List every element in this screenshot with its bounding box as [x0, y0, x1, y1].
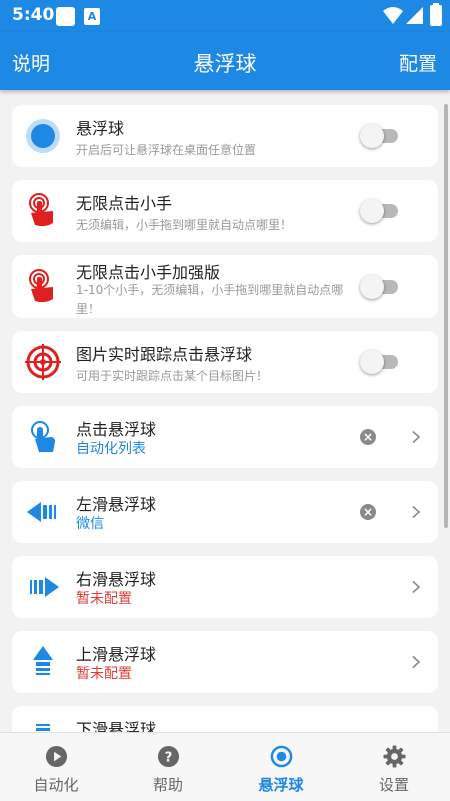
swipe-right-ball-card[interactable]: 右滑悬浮球 暂未配置	[12, 556, 438, 618]
toggle-knob	[360, 124, 384, 148]
card-title: 右滑悬浮球	[76, 570, 157, 589]
swipe-down-ball-card[interactable]: 下滑悬浮球	[12, 706, 438, 732]
card-subtitle: 1-10个小手，无须编辑，小手拖到哪里就自动点哪里！	[76, 283, 344, 316]
tap-hand-card[interactable]: 无限点击小手 无须编辑，小手拖到哪里就自动点哪里！	[12, 180, 438, 242]
card-title: 下滑悬浮球	[76, 720, 157, 732]
clear-config-button[interactable]: ×	[360, 429, 376, 445]
card-title: 点击悬浮球	[76, 420, 157, 439]
content-list[interactable]: 悬浮球 开启后可让悬浮球在桌面任意位置 无限点击小手 无须编辑，小手拖到哪里就自…	[0, 90, 450, 732]
notification-square-icon	[56, 7, 75, 26]
app-bar: 说明 悬浮球 配置	[0, 32, 450, 90]
play-circle-icon	[45, 745, 68, 768]
status-time: 5:40	[12, 5, 55, 25]
notification-a-icon: A	[84, 8, 100, 25]
swipe-right-icon	[25, 569, 61, 605]
floating-ball-icon	[25, 118, 61, 154]
image-tracking-toggle[interactable]	[360, 350, 398, 374]
toggle-knob	[360, 199, 384, 223]
chevron-right-icon	[412, 655, 420, 669]
card-value: 自动化列表	[76, 441, 146, 457]
card-value: 暂未配置	[76, 591, 132, 607]
clear-config-button[interactable]: ×	[360, 504, 376, 520]
target-icon	[25, 344, 61, 380]
tab-settings[interactable]: 设置	[338, 733, 450, 801]
bottom-nav: 自动化 ? 帮助 悬浮球 设置	[0, 732, 450, 801]
card-title: 上滑悬浮球	[76, 645, 157, 664]
floating-ball-toggle[interactable]	[360, 124, 398, 148]
card-title: 无限点击小手	[76, 194, 173, 213]
toggle-knob	[360, 274, 384, 299]
card-value: 微信	[76, 516, 104, 532]
tab-label: 自动化	[33, 776, 79, 794]
tap-ball-card[interactable]: 点击悬浮球 自动化列表 ×	[12, 406, 438, 468]
card-title: 无限点击小手加强版	[76, 263, 221, 282]
tab-label: 帮助	[152, 776, 183, 794]
battery-icon	[430, 3, 442, 26]
swipe-left-ball-card[interactable]: 左滑悬浮球 微信 ×	[12, 481, 438, 543]
chevron-right-icon	[412, 580, 420, 594]
tap-hand-toggle[interactable]	[360, 199, 398, 223]
chevron-right-icon	[412, 430, 420, 444]
tap-icon	[25, 419, 61, 455]
chevron-right-icon	[412, 505, 420, 519]
swipe-left-icon	[25, 494, 61, 530]
scrollbar[interactable]	[444, 104, 448, 528]
page-title: 悬浮球	[193, 52, 257, 76]
swipe-up-ball-card[interactable]: 上滑悬浮球 暂未配置	[12, 631, 438, 693]
multi-tap-hand-icon	[25, 268, 61, 305]
card-title: 图片实时跟踪点击悬浮球	[76, 345, 253, 364]
tap-hand-icon	[25, 193, 61, 229]
card-value: 暂未配置	[76, 666, 132, 682]
tab-floating-ball[interactable]: 悬浮球	[225, 733, 337, 801]
card-title: 左滑悬浮球	[76, 495, 157, 514]
swipe-down-icon	[25, 719, 61, 732]
card-subtitle: 可用于实时跟踪点击某个目标图片！	[76, 369, 269, 383]
tab-automation[interactable]: 自动化	[0, 733, 112, 801]
card-subtitle: 无须编辑，小手拖到哪里就自动点哪里！	[76, 218, 293, 232]
config-button[interactable]: 配置	[399, 49, 437, 76]
multi-tap-hand-toggle[interactable]	[360, 274, 398, 299]
tab-label: 悬浮球	[258, 776, 304, 794]
card-subtitle: 开启后可让悬浮球在桌面任意位置	[76, 143, 257, 157]
swipe-up-icon	[25, 644, 61, 680]
multi-tap-hand-card[interactable]: 无限点击小手加强版 1-10个小手，无须编辑，小手拖到哪里就自动点哪里！	[12, 255, 438, 318]
image-tracking-card[interactable]: 图片实时跟踪点击悬浮球 可用于实时跟踪点击某个目标图片！	[12, 331, 438, 393]
gear-icon	[383, 745, 406, 768]
tab-help[interactable]: ? 帮助	[112, 733, 224, 801]
wifi-icon	[383, 7, 403, 24]
svg-text:?: ?	[165, 750, 173, 765]
help-circle-icon: ?	[157, 745, 180, 768]
status-bar: 5:40 A	[0, 0, 450, 32]
toggle-knob	[360, 350, 384, 374]
radio-button-icon	[270, 745, 293, 768]
signal-icon	[406, 7, 423, 24]
tab-label: 设置	[378, 776, 409, 794]
card-title: 悬浮球	[76, 119, 125, 138]
floating-ball-card[interactable]: 悬浮球 开启后可让悬浮球在桌面任意位置	[12, 105, 438, 167]
